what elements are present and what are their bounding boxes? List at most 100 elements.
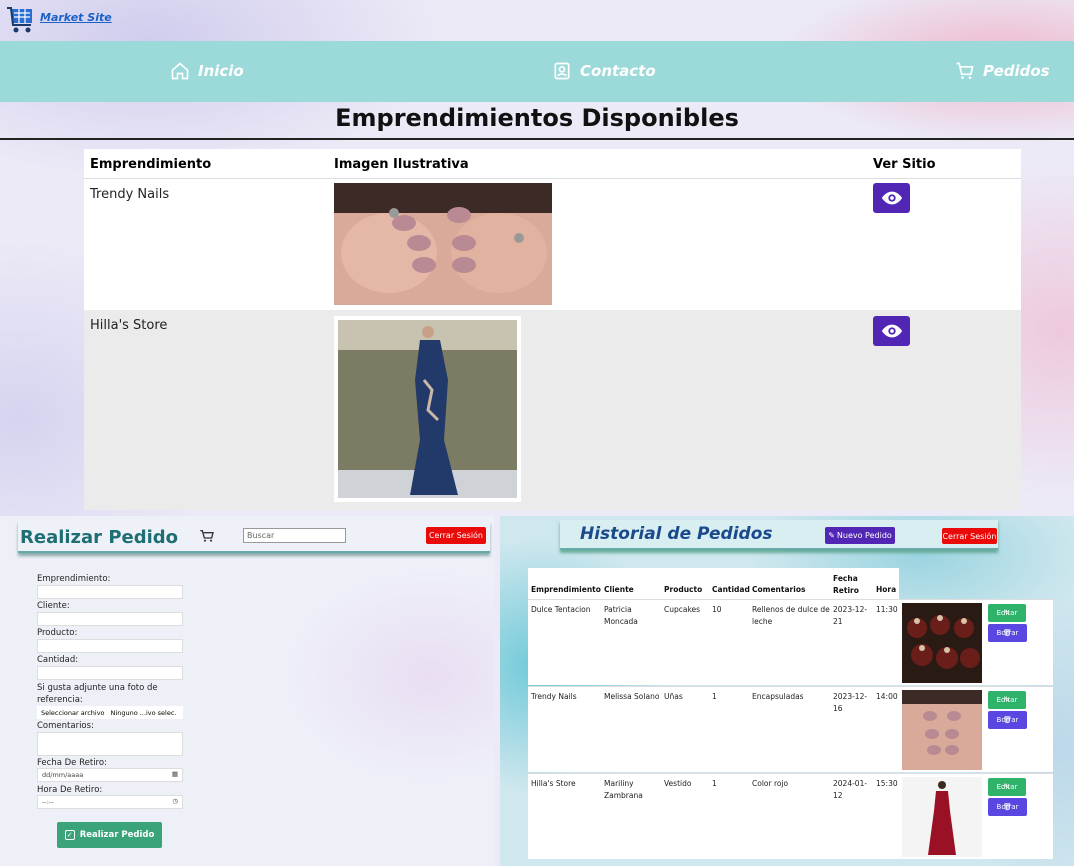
cell-fecha: 2023-12-16 [833,692,868,713]
cell-emprendimiento: Hilla's Store [531,779,576,788]
table-header: Emprendimiento Imagen Ilustrativa Ver Si… [84,149,1021,179]
table-row: Dulce Tentacion Patricia Moncada Cupcake… [528,599,1053,685]
history-logout-button[interactable]: Cerrar Sesión [942,528,997,544]
cart-icon[interactable] [199,528,215,544]
hora-field[interactable]: --:-- ◷ [37,795,183,809]
view-site-button[interactable] [873,316,910,346]
search-input[interactable]: Buscar [243,528,346,543]
edit-button[interactable]: ✎ Editar [988,778,1026,796]
fecha-placeholder: dd/mm/aaaa [42,771,84,779]
clock-icon[interactable]: ◷ [172,797,178,805]
hora-label: Hora De Retiro: [37,785,103,795]
column-header: Cliente [604,585,634,594]
cell-cantidad: 1 [712,692,717,701]
edit-label: Editar [996,696,1018,704]
cell-producto: Vestido [664,779,692,788]
cell-hora: 15:30 [876,779,898,788]
cell-fecha: 2023-12-21 [833,605,868,626]
nails-photo [334,183,552,305]
cell-hora: 14:00 [876,692,898,701]
cantidad-label: Cantidad: [37,655,79,665]
page-title: Emprendimientos Disponibles [335,104,739,132]
new-order-button[interactable]: ✎ Nuevo Pedido [825,527,895,544]
cell-fecha: 2024-01-12 [833,779,868,800]
edit-icon: ✎ [828,531,835,540]
nails-photo [902,690,982,770]
emprendimiento-field[interactable] [37,585,183,599]
cliente-field[interactable] [37,612,183,626]
nav-item-contacto[interactable]: Contacto [552,61,656,81]
table-row: Hilla's Store Mariliny Zambrana Vestido … [528,773,1053,859]
orders-table: Emprendimiento Cliente Producto Cantidad… [528,568,1053,864]
brand-link[interactable]: Market Site [40,11,112,24]
column-header: Ver Sitio [873,157,936,172]
producto-field[interactable] [37,639,183,653]
nav-item-inicio[interactable]: Inicio [170,61,244,81]
cantidad-field[interactable] [37,666,183,680]
cart-icon [956,62,974,79]
delete-label: Borrar [996,629,1019,637]
file-status: Ninguno ...ivo selec. [110,708,177,717]
cupcakes-photo [902,603,982,683]
delete-label: Borrar [996,716,1019,724]
edit-label: Editar [996,609,1018,617]
comentarios-field[interactable] [37,732,183,756]
shop-name: Trendy Nails [90,187,170,202]
table-row: Hilla's Store [84,310,1021,510]
cliente-label: Cliente: [37,601,70,611]
hora-placeholder: --:-- [42,798,54,806]
cell-comentarios: Rellenos de dulce de leche [752,605,830,626]
cell-hora: 11:30 [876,605,898,614]
eye-icon [881,191,902,205]
edit-label: Editar [996,783,1018,791]
edit-button[interactable]: ✎ Editar [988,691,1026,709]
cell-producto: Uñas [664,692,683,701]
submit-label: Realizar Pedido [79,830,155,840]
cell-comentarios: Color rojo [752,779,789,788]
shops-table: Emprendimiento Imagen Ilustrativa Ver Si… [84,149,1021,510]
main-navbar: Inicio Contacto Pedidos [0,41,1074,102]
logout-button[interactable]: Cerrar Sesión [426,527,486,544]
nav-label: Pedidos [983,62,1050,80]
cell-emprendimiento: Dulce Tentacion [531,605,591,614]
foto-label: Si gusta adjunte una foto de referencia: [37,683,158,705]
delete-button[interactable]: 🗑 Borrar [988,624,1027,642]
history-title: Historial de Pedidos [580,524,773,544]
red-dress-photo [902,777,982,857]
orders-header: Emprendimiento Cliente Producto Cantidad… [528,568,899,599]
eye-icon [881,324,902,338]
delete-button[interactable]: 🗑 Borrar [988,798,1027,816]
emprendimiento-label: Emprendimiento: [37,574,111,584]
nav-label: Contacto [580,62,656,80]
contact-book-icon [554,62,570,80]
shop-name: Hilla's Store [90,318,168,333]
column-header: Hora [876,585,897,594]
divider [0,138,1074,140]
view-site-button[interactable] [873,183,910,213]
delete-button[interactable]: 🗑 Borrar [988,711,1027,729]
column-header: Cantidad [712,585,750,594]
column-header: Imagen Ilustrativa [334,157,469,172]
home-icon [171,62,189,80]
cart-logo-icon[interactable] [6,5,36,35]
nav-label: Inicio [198,62,244,80]
cell-cantidad: 10 [712,605,722,614]
calendar-icon[interactable]: ▦ [172,770,178,778]
checkbox-icon: ✓ [64,830,75,840]
edit-button[interactable]: ✎ Editar [988,604,1026,622]
file-button[interactable]: Seleccionar archivo [41,709,105,717]
cell-producto: Cupcakes [664,605,701,614]
comentarios-label: Comentarios: [37,721,94,731]
cell-cliente: Melissa Solano [604,692,660,701]
column-header: Comentarios [752,585,806,594]
fecha-field[interactable]: dd/mm/aaaa ▦ [37,768,183,782]
table-row: Trendy Nails [84,179,1021,310]
nav-item-pedidos[interactable]: Pedidos [955,61,1050,81]
submit-order-button[interactable]: ✓ Realizar Pedido [57,822,162,848]
fecha-label: Fecha De Retiro: [37,758,107,768]
dress-photo [334,316,521,502]
delete-label: Borrar [996,803,1019,811]
file-input[interactable]: Seleccionar archivo Ninguno ...ivo selec… [37,706,183,719]
column-header: Fecha Retiro [833,574,859,595]
order-form-title: Realizar Pedido [20,527,179,548]
